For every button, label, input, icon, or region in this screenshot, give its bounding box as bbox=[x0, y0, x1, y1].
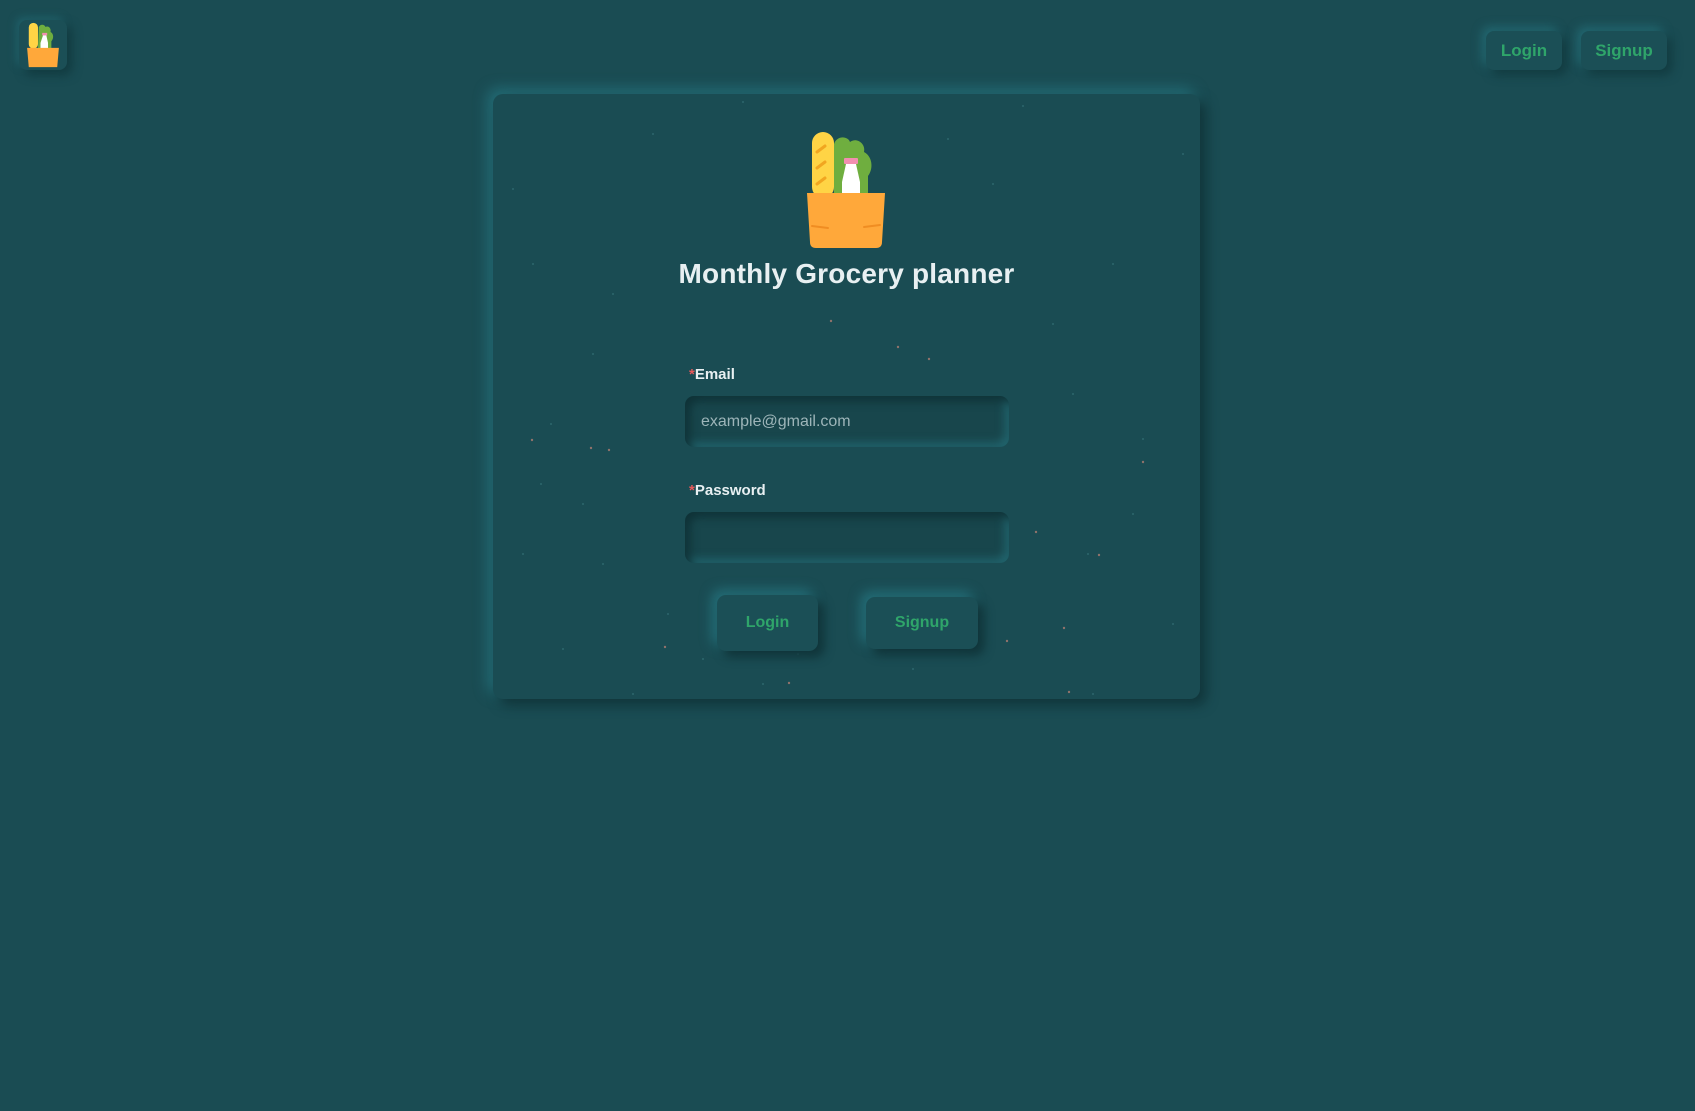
email-field[interactable] bbox=[685, 396, 1009, 447]
page-title: Monthly Grocery planner bbox=[678, 258, 1015, 289]
app-logo[interactable] bbox=[19, 20, 67, 70]
email-label-text: Email bbox=[694, 366, 735, 383]
login-button[interactable]: Login bbox=[717, 595, 818, 651]
nav-signup-button[interactable]: Signup bbox=[1581, 31, 1667, 70]
grocery-bag-icon bbox=[807, 132, 885, 248]
password-label: *Password bbox=[689, 482, 766, 499]
password-label-text: Password bbox=[694, 482, 766, 499]
grocery-bag-icon bbox=[27, 22, 59, 68]
login-card: Monthly Grocery planner *Email *Password… bbox=[493, 94, 1200, 699]
email-label: *Email bbox=[689, 366, 735, 383]
password-field[interactable] bbox=[685, 512, 1009, 563]
signup-button[interactable]: Signup bbox=[866, 597, 978, 649]
nav-login-button[interactable]: Login bbox=[1486, 31, 1562, 70]
